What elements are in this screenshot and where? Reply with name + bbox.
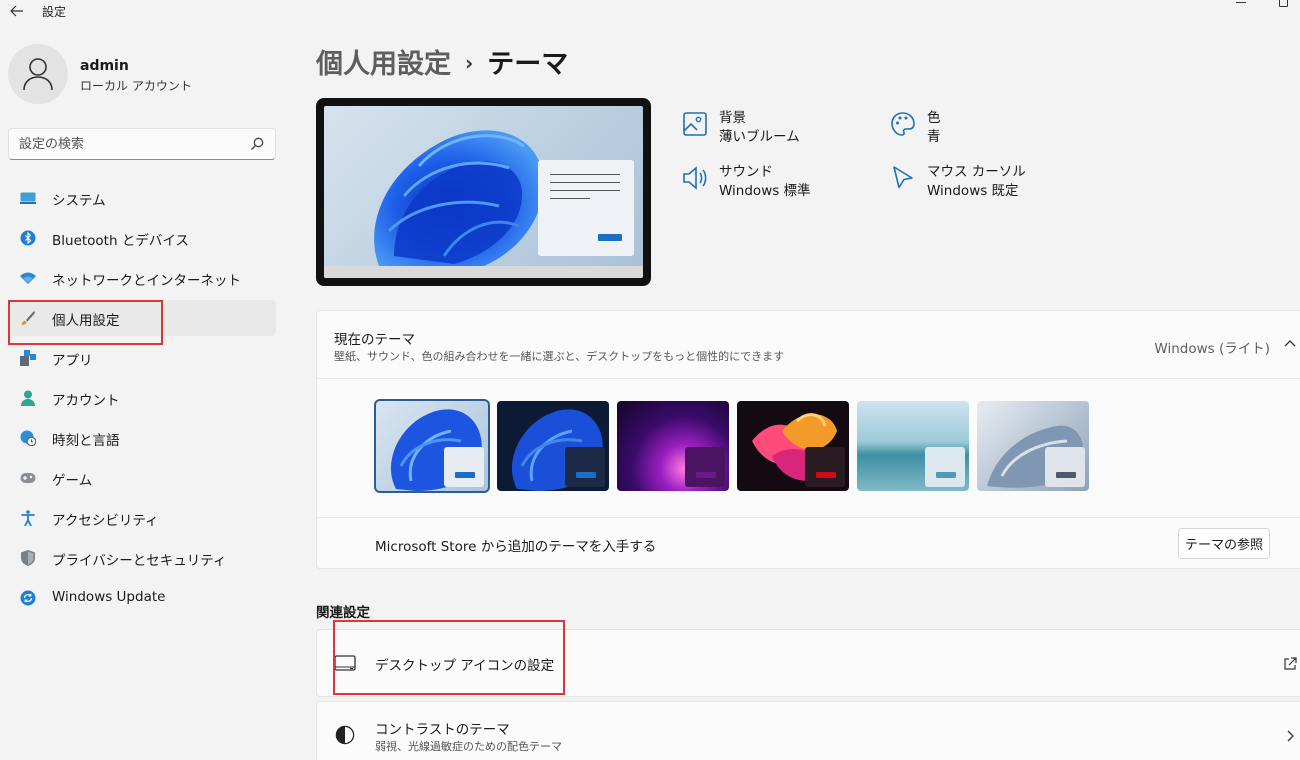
back-arrow-icon[interactable] <box>6 2 28 20</box>
chevron-up-icon[interactable] <box>1284 338 1296 350</box>
sidebar-item-gaming[interactable]: ゲーム <box>8 460 276 496</box>
breadcrumb: 個人用設定 › テーマ <box>316 42 568 81</box>
theme-thumbnail-windows-dark[interactable] <box>497 401 609 491</box>
update-icon <box>20 590 36 606</box>
theme-preview <box>316 98 651 286</box>
highlight-personalization <box>8 300 163 345</box>
background-setting[interactable]: 背景 薄いブルーム <box>682 105 862 145</box>
theme-gallery <box>317 379 1300 518</box>
highlight-desktop-icon-settings <box>333 620 565 695</box>
sidebar-item-windows-update[interactable]: Windows Update <box>8 580 276 616</box>
sidebar-item-accessibility[interactable]: アクセシビリティ <box>8 500 276 536</box>
sidebar-nav: システム Bluetooth とデバイス ネットワークとインターネット 個人用設… <box>8 180 276 620</box>
current-theme-value: Windows (ライト) <box>1154 341 1270 357</box>
theme-thumbnail-flow[interactable] <box>977 401 1089 491</box>
theme-thumbnail-glow[interactable] <box>617 401 729 491</box>
theme-thumbnail-sunrise[interactable] <box>857 401 969 491</box>
sidebar-item-apps[interactable]: アプリ <box>8 340 276 376</box>
breadcrumb-separator: › <box>465 51 474 75</box>
current-theme-title: 現在のテーマ <box>334 332 415 348</box>
sidebar-item-bluetooth[interactable]: Bluetooth とデバイス <box>8 220 276 256</box>
page-title: テーマ <box>487 49 569 80</box>
external-link-icon <box>1284 657 1297 670</box>
mouse-cursor-setting[interactable]: マウス カーソル Windows 既定 <box>890 159 1070 199</box>
avatar[interactable] <box>8 44 68 104</box>
sound-setting[interactable]: サウンド Windows 標準 <box>682 159 862 199</box>
breadcrumb-parent[interactable]: 個人用設定 <box>316 49 451 80</box>
theme-thumbnail-windows-light[interactable] <box>374 399 490 493</box>
color-setting[interactable]: 色 青 <box>890 105 1070 145</box>
search-input[interactable] <box>19 135 239 153</box>
palette-icon <box>891 112 915 136</box>
chevron-right-icon <box>1287 730 1294 742</box>
search-icon[interactable] <box>249 136 265 152</box>
speaker-icon <box>683 166 707 190</box>
app-title: 設定 <box>42 5 67 19</box>
theme-thumbnail-captured-motion[interactable] <box>737 401 849 491</box>
accessibility-icon <box>20 510 36 526</box>
globe-clock-icon <box>20 430 36 446</box>
search-box[interactable] <box>8 128 276 160</box>
sidebar-item-time-language[interactable]: 時刻と言語 <box>8 420 276 456</box>
person-icon <box>23 58 53 91</box>
preview-window <box>538 160 634 256</box>
system-icon <box>20 190 36 206</box>
browse-themes-button[interactable]: テーマの参照 <box>1178 528 1270 559</box>
sidebar-item-accounts[interactable]: アカウント <box>8 380 276 416</box>
title-bar: 設定 <box>0 0 1300 24</box>
current-theme-card: 現在のテーマ 壁紙、サウンド、色の組み合わせを一緒に選ぶと、デスクトップをもっと… <box>316 310 1300 569</box>
user-name: admin <box>80 58 129 74</box>
contrast-themes-description: 弱視、光線過敏症のための配色テーマ <box>375 740 562 753</box>
sidebar-item-system[interactable]: システム <box>8 180 276 216</box>
sidebar-item-privacy[interactable]: プライバシーとセキュリティ <box>8 540 276 576</box>
gamepad-icon <box>20 470 36 486</box>
cursor-icon <box>893 166 913 189</box>
person-icon <box>20 390 36 406</box>
store-themes-label: Microsoft Store から追加のテーマを入手する <box>375 539 657 555</box>
maximize-button[interactable] <box>1279 0 1288 7</box>
current-theme-description: 壁紙、サウンド、色の組み合わせを一緒に選ぶと、デスクトップをもっと個性的にできま… <box>334 350 785 363</box>
contrast-themes-row[interactable]: コントラストのテーマ 弱視、光線過敏症のための配色テーマ <box>316 701 1300 760</box>
related-settings-title: 関連設定 <box>316 605 370 621</box>
contrast-icon <box>335 725 355 745</box>
apps-icon <box>20 350 36 366</box>
bluetooth-icon <box>20 230 36 246</box>
current-theme-header[interactable]: 現在のテーマ 壁紙、サウンド、色の組み合わせを一緒に選ぶと、デスクトップをもっと… <box>317 311 1300 379</box>
theme-preview-wallpaper <box>324 106 643 278</box>
sidebar-item-network[interactable]: ネットワークとインターネット <box>8 260 276 296</box>
preview-taskbar <box>324 266 643 278</box>
picture-icon <box>683 112 707 136</box>
account-type: ローカル アカウント <box>80 79 192 93</box>
minimize-button[interactable] <box>1236 0 1246 6</box>
wifi-icon <box>20 270 36 286</box>
shield-icon <box>20 550 36 566</box>
contrast-themes-label: コントラストのテーマ <box>375 722 510 738</box>
